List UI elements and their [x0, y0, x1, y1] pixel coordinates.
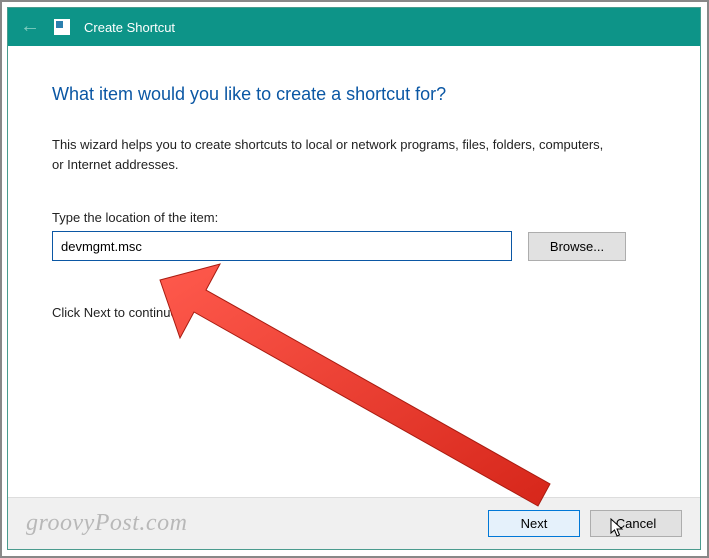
titlebar: ← Create Shortcut — [8, 8, 700, 46]
wizard-content: What item would you like to create a sho… — [8, 46, 700, 497]
window-title: Create Shortcut — [84, 20, 175, 35]
location-input[interactable] — [52, 231, 512, 261]
wizard-footer: groovyPost.com Next Cancel — [8, 497, 700, 549]
browse-button[interactable]: Browse... — [528, 232, 626, 261]
cancel-button[interactable]: Cancel — [590, 510, 682, 537]
create-shortcut-window: ← Create Shortcut What item would you li… — [7, 7, 701, 550]
input-row: Browse... — [52, 231, 656, 261]
back-arrow-icon[interactable]: ← — [20, 16, 40, 38]
location-label: Type the location of the item: — [52, 210, 656, 225]
wizard-description: This wizard helps you to create shortcut… — [52, 135, 612, 174]
page-heading: What item would you like to create a sho… — [52, 84, 656, 105]
continue-instruction: Click Next to continue. — [52, 305, 656, 320]
watermark-text: groovyPost.com — [26, 510, 187, 537]
shortcut-icon — [54, 19, 70, 35]
next-button[interactable]: Next — [488, 510, 580, 537]
